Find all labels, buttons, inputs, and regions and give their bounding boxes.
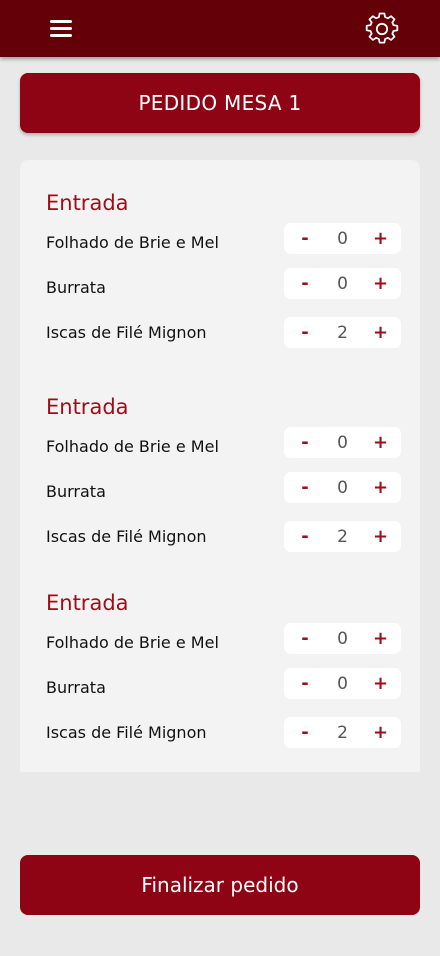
- quantity-stepper: - 2 +: [284, 717, 401, 748]
- quantity-value: 0: [337, 273, 348, 294]
- quantity-stepper: - 2 +: [284, 521, 401, 552]
- finish-order-button[interactable]: Finalizar pedido: [20, 855, 420, 915]
- increment-button[interactable]: +: [373, 228, 388, 249]
- quantity-stepper: - 0 +: [284, 427, 401, 458]
- quantity-stepper: - 0 +: [284, 223, 401, 254]
- quantity-stepper: - 0 +: [284, 668, 401, 699]
- menu-item-name: Folhado de Brie e Mel: [46, 437, 219, 456]
- menu-item-name: Iscas de Filé Mignon: [46, 323, 207, 342]
- menu-item-name: Iscas de Filé Mignon: [46, 527, 207, 546]
- menu-item-name: Burrata: [46, 678, 106, 697]
- increment-button[interactable]: +: [373, 722, 388, 743]
- menu-item-name: Iscas de Filé Mignon: [46, 723, 207, 742]
- quantity-value: 2: [337, 526, 348, 547]
- increment-button[interactable]: +: [373, 322, 388, 343]
- quantity-stepper: - 0 +: [284, 472, 401, 503]
- quantity-value: 2: [337, 322, 348, 343]
- quantity-stepper: - 0 +: [284, 268, 401, 299]
- order-card: Entrada Folhado de Brie e Mel - 0 + Burr…: [20, 160, 420, 772]
- increment-button[interactable]: +: [373, 628, 388, 649]
- increment-button[interactable]: +: [373, 673, 388, 694]
- increment-button[interactable]: +: [373, 477, 388, 498]
- gear-icon[interactable]: [365, 12, 399, 46]
- decrement-button[interactable]: -: [298, 526, 312, 547]
- decrement-button[interactable]: -: [298, 673, 312, 694]
- menu-item-name: Burrata: [46, 278, 106, 297]
- increment-button[interactable]: +: [373, 432, 388, 453]
- section-title: Entrada: [46, 591, 129, 615]
- quantity-value: 0: [337, 628, 348, 649]
- hamburger-menu-icon[interactable]: [48, 16, 76, 40]
- decrement-button[interactable]: -: [298, 432, 312, 453]
- quantity-stepper: - 2 +: [284, 317, 401, 348]
- quantity-value: 0: [337, 228, 348, 249]
- quantity-stepper: - 0 +: [284, 623, 401, 654]
- menu-item-name: Burrata: [46, 482, 106, 501]
- menu-item-name: Folhado de Brie e Mel: [46, 633, 219, 652]
- page-title: PEDIDO MESA 1: [20, 73, 420, 133]
- section-title: Entrada: [46, 395, 129, 419]
- quantity-value: 0: [337, 673, 348, 694]
- increment-button[interactable]: +: [373, 273, 388, 294]
- decrement-button[interactable]: -: [298, 273, 312, 294]
- decrement-button[interactable]: -: [298, 477, 312, 498]
- menu-item-name: Folhado de Brie e Mel: [46, 233, 219, 252]
- decrement-button[interactable]: -: [298, 722, 312, 743]
- quantity-value: 2: [337, 722, 348, 743]
- top-app-bar: [0, 0, 440, 57]
- decrement-button[interactable]: -: [298, 228, 312, 249]
- decrement-button[interactable]: -: [298, 628, 312, 649]
- section-title: Entrada: [46, 191, 129, 215]
- quantity-value: 0: [337, 477, 348, 498]
- increment-button[interactable]: +: [373, 526, 388, 547]
- decrement-button[interactable]: -: [298, 322, 312, 343]
- quantity-value: 0: [337, 432, 348, 453]
